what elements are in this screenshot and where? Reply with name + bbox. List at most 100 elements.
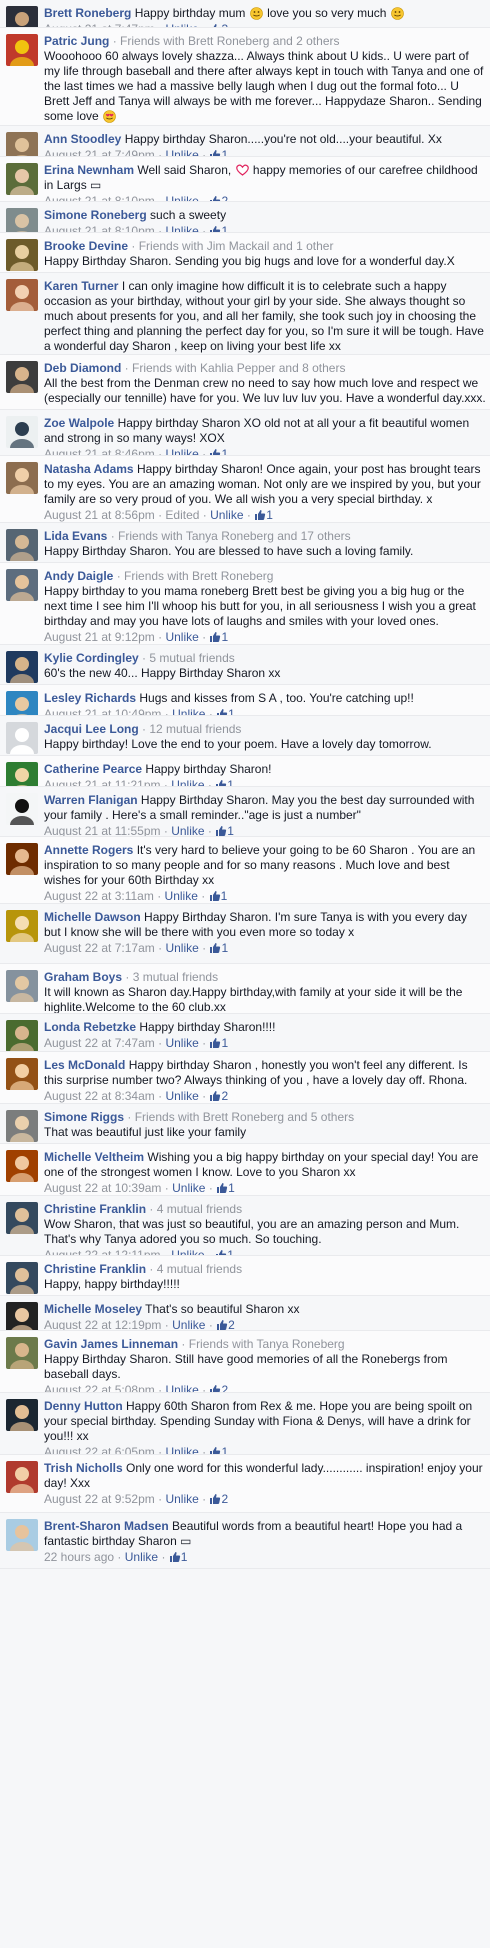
author-link[interactable]: Kylie Cordingley: [44, 651, 139, 665]
author-link[interactable]: Simone Riggs: [44, 1110, 124, 1124]
like-count[interactable]: 1: [209, 148, 228, 156]
like-count[interactable]: 1: [209, 1445, 228, 1454]
author-link[interactable]: Catherine Pearce: [44, 762, 142, 776]
avatar[interactable]: [6, 529, 38, 561]
timestamp[interactable]: August 21 at 9:12pm: [44, 630, 155, 644]
author-link[interactable]: Gavin James Linneman: [44, 1337, 178, 1351]
like-count[interactable]: 2: [216, 1318, 235, 1330]
author-link[interactable]: Les McDonald: [44, 1058, 125, 1072]
like-count[interactable]: 1: [215, 824, 234, 836]
unlike-link[interactable]: Unlike: [165, 224, 198, 232]
avatar[interactable]: [6, 970, 38, 1002]
unlike-link[interactable]: Unlike: [165, 148, 198, 156]
unlike-link[interactable]: Unlike: [171, 1248, 204, 1255]
like-count[interactable]: 1: [209, 447, 228, 455]
timestamp[interactable]: August 22 at 5:08pm: [44, 1383, 155, 1392]
author-link[interactable]: Warren Flanigan: [44, 793, 138, 807]
like-count[interactable]: 1: [254, 508, 273, 522]
timestamp[interactable]: August 21 at 11:55pm: [44, 824, 161, 836]
author-link[interactable]: Christine Franklin: [44, 1262, 146, 1276]
author-link[interactable]: Zoe Walpole: [44, 416, 114, 430]
unlike-link[interactable]: Unlike: [165, 1383, 198, 1392]
avatar[interactable]: [6, 691, 38, 715]
timestamp[interactable]: August 21 at 8:46pm: [44, 447, 155, 455]
author-link[interactable]: Karen Turner: [44, 279, 118, 293]
author-link[interactable]: Londa Rebetzke: [44, 1020, 136, 1034]
avatar[interactable]: [6, 1337, 38, 1369]
avatar[interactable]: [6, 793, 38, 825]
unlike-link[interactable]: Unlike: [172, 707, 205, 715]
author-link[interactable]: Trish Nicholls: [44, 1461, 123, 1475]
avatar[interactable]: [6, 722, 38, 754]
timestamp[interactable]: August 21 at 8:10pm: [44, 194, 155, 201]
author-link[interactable]: Lesley Richards: [44, 691, 136, 705]
unlike-link[interactable]: Unlike: [210, 508, 243, 522]
edited-label[interactable]: Edited: [165, 508, 199, 522]
unlike-link[interactable]: Unlike: [171, 824, 204, 836]
unlike-link[interactable]: Unlike: [165, 1036, 198, 1050]
author-link[interactable]: Michelle Veltheim: [44, 1150, 144, 1164]
avatar[interactable]: [6, 569, 38, 601]
author-link[interactable]: Simone Roneberg: [44, 208, 147, 222]
avatar[interactable]: [6, 163, 38, 195]
unlike-link[interactable]: Unlike: [165, 1492, 198, 1506]
like-count[interactable]: 1: [209, 889, 227, 903]
unlike-link[interactable]: Unlike: [172, 1181, 205, 1195]
timestamp[interactable]: August 22 at 3:11am: [44, 889, 154, 903]
avatar[interactable]: [6, 910, 38, 942]
unlike-link[interactable]: Unlike: [165, 630, 198, 644]
like-count[interactable]: 1: [209, 1036, 228, 1050]
timestamp[interactable]: August 22 at 7:47am: [44, 1036, 155, 1050]
avatar[interactable]: [6, 1110, 38, 1142]
unlike-link[interactable]: Unlike: [165, 1445, 198, 1454]
unlike-link[interactable]: Unlike: [125, 1550, 158, 1564]
unlike-link[interactable]: Unlike: [165, 1089, 198, 1103]
timestamp[interactable]: August 22 at 10:39am: [44, 1181, 161, 1195]
avatar[interactable]: [6, 1058, 38, 1090]
avatar[interactable]: [6, 361, 38, 393]
avatar[interactable]: [6, 1020, 38, 1051]
avatar[interactable]: [6, 651, 38, 683]
like-count[interactable]: 1: [216, 707, 235, 715]
author-link[interactable]: Natasha Adams: [44, 462, 134, 476]
avatar[interactable]: [6, 416, 38, 448]
avatar[interactable]: [6, 1202, 38, 1234]
timestamp[interactable]: August 21 at 10:49pm: [44, 707, 161, 715]
author-link[interactable]: Denny Hutton: [44, 1399, 123, 1413]
author-link[interactable]: Ann Stoodley: [44, 132, 121, 146]
like-count[interactable]: 2: [209, 1383, 228, 1392]
like-count[interactable]: 1: [209, 224, 228, 232]
avatar[interactable]: [6, 279, 38, 311]
author-link[interactable]: Deb Diamond: [44, 361, 121, 375]
avatar[interactable]: [6, 34, 38, 66]
like-count[interactable]: 1: [215, 1248, 234, 1255]
author-link[interactable]: Christine Franklin: [44, 1202, 146, 1216]
avatar[interactable]: [6, 762, 38, 786]
avatar[interactable]: [6, 1519, 38, 1551]
timestamp[interactable]: August 21 at 11:21pm: [44, 778, 161, 786]
avatar[interactable]: [6, 132, 38, 156]
author-link[interactable]: Graham Boys: [44, 970, 122, 984]
author-link[interactable]: Jacqui Lee Long: [44, 722, 139, 736]
timestamp[interactable]: August 22 at 7:17am: [44, 941, 155, 955]
avatar[interactable]: [6, 462, 38, 494]
timestamp[interactable]: August 22 at 8:34am: [44, 1089, 155, 1103]
timestamp[interactable]: August 22 at 12:11pm: [44, 1248, 161, 1255]
like-count[interactable]: 2: [209, 1089, 228, 1103]
unlike-link[interactable]: Unlike: [165, 194, 198, 201]
like-count[interactable]: 1: [209, 630, 228, 644]
like-count[interactable]: 1: [216, 1181, 235, 1195]
like-count[interactable]: 2: [209, 194, 228, 201]
timestamp[interactable]: August 21 at 8:10pm: [44, 224, 155, 232]
author-link[interactable]: Annette Rogers: [44, 843, 133, 857]
author-link[interactable]: Lida Evans: [44, 529, 107, 543]
unlike-link[interactable]: Unlike: [165, 941, 198, 955]
author-link[interactable]: Brooke Devine: [44, 239, 128, 253]
timestamp[interactable]: August 22 at 9:52pm: [44, 1492, 155, 1506]
author-link[interactable]: Brent-Sharon Madsen: [44, 1519, 169, 1533]
avatar[interactable]: [6, 1302, 38, 1330]
timestamp[interactable]: August 21 at 8:56pm: [44, 508, 155, 522]
author-link[interactable]: Erina Newnham: [44, 163, 134, 177]
unlike-link[interactable]: Unlike: [165, 889, 198, 903]
author-link[interactable]: Brett Roneberg: [44, 6, 131, 20]
